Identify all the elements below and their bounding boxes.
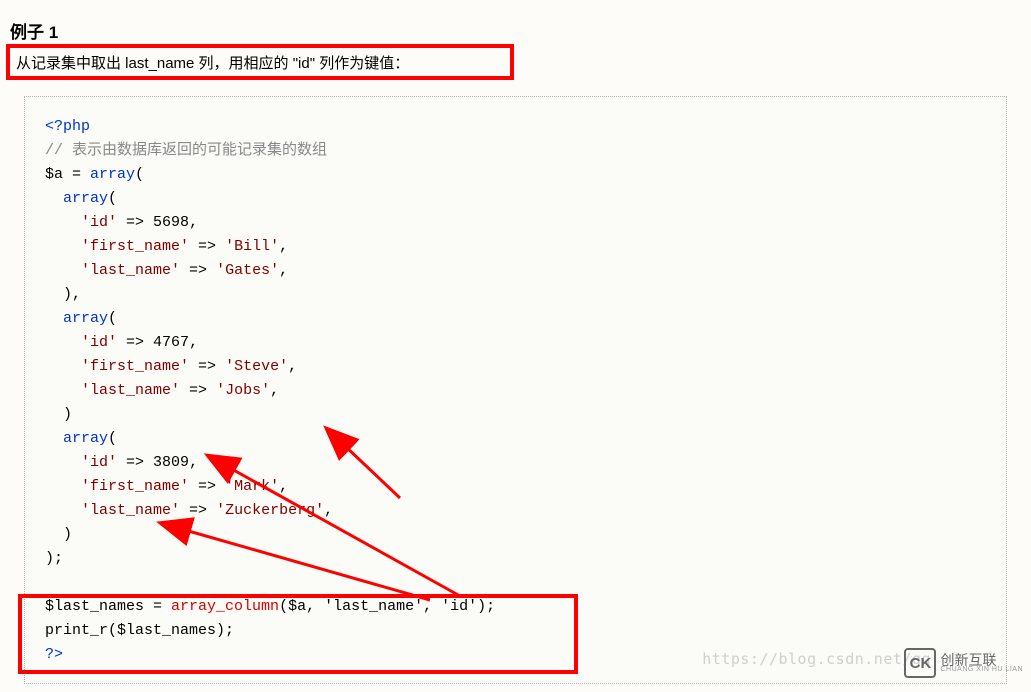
code-line: ), [45,283,986,307]
logo-subtext: CHUANG XIN HU LIAN [940,666,1023,673]
code-line: $a = array( [45,163,986,187]
example-heading: 例子 1 [10,18,58,43]
code-line: 'last_name' => 'Gates', [45,259,986,283]
code-line: 'id' => 5698, [45,211,986,235]
code-line: 'id' => 4767, [45,331,986,355]
code-result-line: $last_names = array_column($a, 'last_nam… [45,595,986,619]
code-print-line: print_r($last_names); [45,619,986,643]
code-line: ) [45,403,986,427]
logo-text: 创新互联 [940,654,1023,666]
code-line: 'first_name' => 'Mark', [45,475,986,499]
code-line: array( [45,187,986,211]
code-line: 'id' => 3809, [45,451,986,475]
code-line: array( [45,427,986,451]
description-highlight-box: 从记录集中取出 last_name 列，用相应的 "id" 列作为键值： [6,44,514,80]
code-line: ) [45,523,986,547]
logo-mark: CK [904,648,936,678]
code-line: <?php [45,115,986,139]
code-line: 'last_name' => 'Zuckerberg', [45,499,986,523]
code-line: 'first_name' => 'Steve', [45,355,986,379]
code-line: 'last_name' => 'Jobs', [45,379,986,403]
code-comment: // 表示由数据库返回的可能记录集的数组 [45,139,986,163]
description-text: 从记录集中取出 last_name 列，用相应的 "id" 列作为键值： [16,52,409,73]
code-line: array( [45,307,986,331]
code-block: <?php // 表示由数据库返回的可能记录集的数组 $a = array( a… [24,96,1007,684]
code-line: ); [45,547,986,571]
code-blank-line [45,571,986,595]
code-line: 'first_name' => 'Bill', [45,235,986,259]
brand-logo: CK 创新互联 CHUANG XIN HU LIAN [904,648,1023,678]
watermark-url: https://blog.csdn.net/qq [702,650,931,668]
